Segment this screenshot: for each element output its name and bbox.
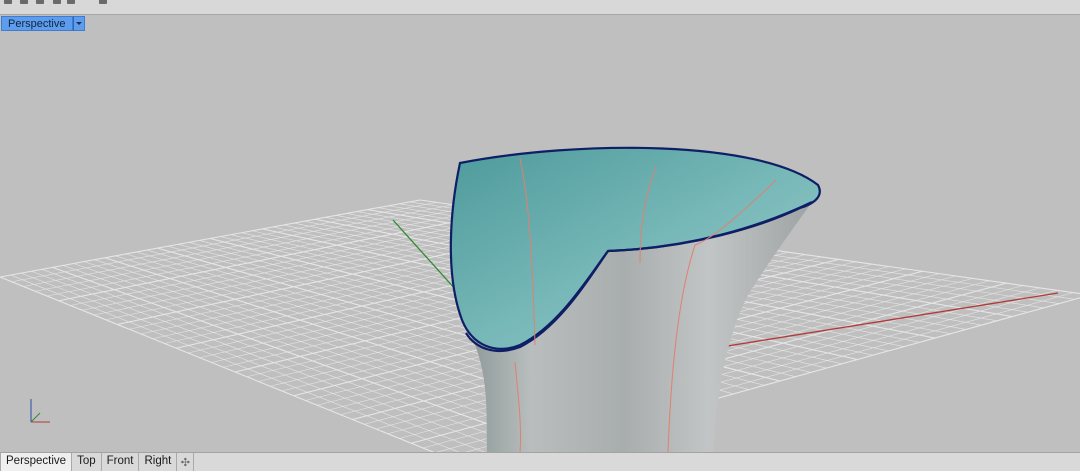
tab-perspective[interactable]: Perspective: [0, 453, 73, 471]
toolbar-icon[interactable]: [67, 0, 75, 4]
grid-line: [31, 270, 512, 452]
tab-top[interactable]: Top: [72, 453, 102, 471]
tab-front[interactable]: Front: [101, 453, 140, 471]
world-axes-icon: [30, 399, 50, 423]
toolbar-icon[interactable]: [4, 0, 12, 4]
tab-right[interactable]: Right: [139, 453, 178, 471]
viewport-tabs: Perspective Top Front Right ✣: [0, 452, 1080, 471]
toolbar-icon[interactable]: [36, 0, 44, 4]
viewport-title-bar[interactable]: Perspective: [1, 16, 86, 31]
viewport-scene[interactable]: [0, 15, 1080, 452]
toolbar-icon[interactable]: [53, 0, 61, 4]
viewport-title[interactable]: Perspective: [1, 16, 74, 31]
perspective-viewport[interactable]: Perspective: [0, 15, 1080, 452]
toolbar-strip: [0, 0, 1080, 15]
grid-line: [20, 272, 486, 452]
plus-icon[interactable]: ✣: [177, 453, 195, 471]
toolbar-icon[interactable]: [99, 0, 107, 4]
toolbar-icon[interactable]: [20, 0, 28, 4]
chevron-down-icon[interactable]: [73, 16, 86, 31]
